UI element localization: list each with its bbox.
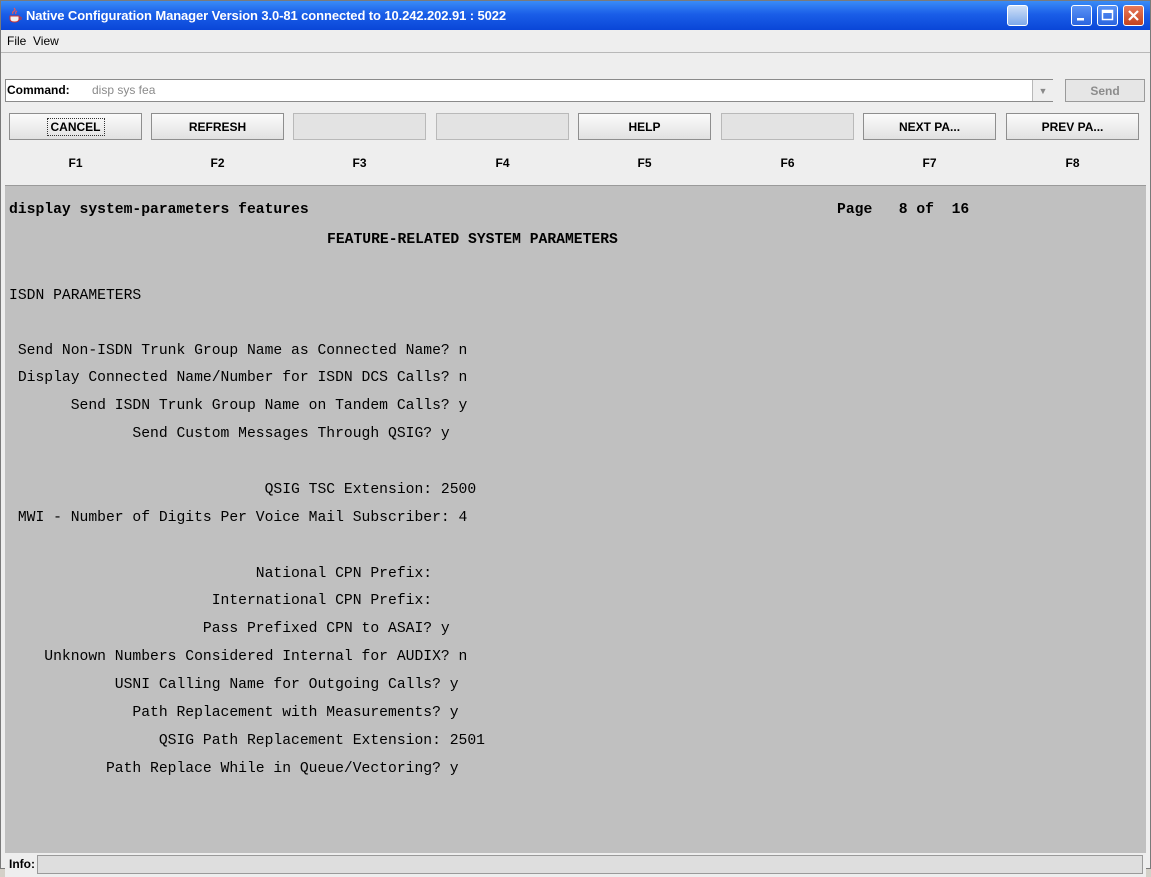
field-line: Send Non-ISDN Trunk Group Name as Connec… xyxy=(9,343,468,359)
function-key-bar: CANCEL REFRESH HELP NEXT PA... PREV PA..… xyxy=(5,108,1146,184)
screen-command-text: display system-parameters features xyxy=(9,202,309,218)
command-label: Command: xyxy=(7,83,70,97)
next-page-button[interactable]: NEXT PA... xyxy=(863,113,996,140)
section-title: ISDN PARAMETERS xyxy=(9,288,142,304)
field-line: QSIG TSC Extension: 2500 xyxy=(9,482,477,498)
field-line: QSIG Path Replacement Extension: 2501 xyxy=(9,733,485,749)
window-title: Native Configuration Manager Version 3.0… xyxy=(26,8,506,23)
field-line: MWI - Number of Digits Per Voice Mail Su… xyxy=(9,510,468,526)
field-line: National CPN Prefix: xyxy=(9,566,433,582)
command-input-value: disp sys fea xyxy=(92,83,156,97)
f8-key-label: F8 xyxy=(1065,156,1080,170)
field-line: Unknown Numbers Considered Internal for … xyxy=(9,649,468,665)
f3-key-label: F3 xyxy=(352,156,367,170)
field-line: Path Replacement with Measurements? y xyxy=(9,705,459,721)
field-line: Send ISDN Trunk Group Name on Tandem Cal… xyxy=(9,398,468,414)
f6-key-label: F6 xyxy=(780,156,795,170)
field-line: Display Connected Name/Number for ISDN D… xyxy=(9,370,468,386)
f1-key-label: F1 xyxy=(68,156,83,170)
command-input[interactable]: disp sys fea ▼ xyxy=(5,79,1053,102)
terminal-screen[interactable]: display system-parameters features Page … xyxy=(5,185,1146,854)
command-row: disp sys fea ▼ Command: Send xyxy=(1,76,1150,104)
info-field xyxy=(37,855,1143,874)
f6-button[interactable] xyxy=(721,113,854,140)
prev-page-button[interactable]: PREV PA... xyxy=(1006,113,1139,140)
refresh-button[interactable]: REFRESH xyxy=(151,113,284,140)
menu-view[interactable]: View xyxy=(33,34,59,48)
info-bar: Info: xyxy=(5,853,1146,877)
maximize-button[interactable] xyxy=(1097,5,1118,26)
f5-key-label: F5 xyxy=(637,156,652,170)
cancel-button-label: CANCEL xyxy=(46,118,105,136)
field-line: Path Replace While in Queue/Vectoring? y xyxy=(9,761,459,777)
close-button[interactable] xyxy=(1123,5,1144,26)
field-line: USNI Calling Name for Outgoing Calls? y xyxy=(9,677,459,693)
maximize-icon xyxy=(1101,9,1114,21)
f3-button[interactable] xyxy=(293,113,426,140)
help-button[interactable]: HELP xyxy=(578,113,711,140)
page-indicator: Page 8 of 16 xyxy=(837,202,970,218)
command-history-dropdown[interactable]: ▼ xyxy=(1032,80,1053,101)
f2-key-label: F2 xyxy=(210,156,225,170)
menu-bar: File View xyxy=(1,30,1150,53)
screen-heading: FEATURE-RELATED SYSTEM PARAMETERS xyxy=(327,232,618,248)
f7-key-label: F7 xyxy=(922,156,937,170)
minimize-button[interactable] xyxy=(1071,5,1092,26)
menu-file[interactable]: File xyxy=(7,34,26,48)
app-window: Native Configuration Manager Version 3.0… xyxy=(0,0,1151,877)
f4-button[interactable] xyxy=(436,113,569,140)
java-cup-icon xyxy=(9,7,22,23)
field-line: International CPN Prefix: xyxy=(9,593,433,609)
field-line: Send Custom Messages Through QSIG? y xyxy=(9,426,450,442)
field-line: Pass Prefixed CPN to ASAI? y xyxy=(9,621,450,637)
minimize-icon xyxy=(1077,18,1084,21)
cancel-button[interactable]: CANCEL xyxy=(9,113,142,140)
f4-key-label: F4 xyxy=(495,156,510,170)
close-icon xyxy=(1128,10,1139,21)
send-button[interactable]: Send xyxy=(1065,79,1145,102)
system-menu-dropdown-button[interactable] xyxy=(1007,5,1028,26)
chevron-down-icon: ▼ xyxy=(1038,86,1048,96)
title-bar[interactable]: Native Configuration Manager Version 3.0… xyxy=(1,1,1150,31)
